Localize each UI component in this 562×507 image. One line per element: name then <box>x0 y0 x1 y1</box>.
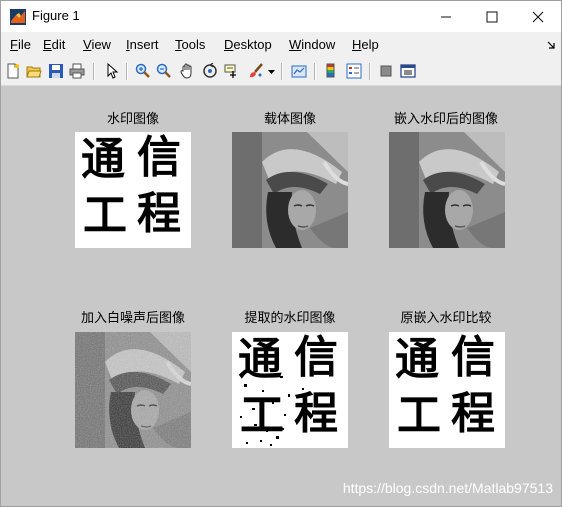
menu-file[interactable]: File <box>10 37 31 52</box>
save-button[interactable] <box>47 62 65 80</box>
watermark-image: 通 信 工 程 <box>75 132 191 248</box>
watermark-char: 工 <box>397 390 441 441</box>
chevron-down-icon[interactable] <box>268 70 275 75</box>
noise-specks <box>240 376 318 446</box>
zoom-out-icon <box>156 63 171 78</box>
watermark-char: 通 <box>395 334 439 385</box>
pan-button[interactable] <box>178 62 196 80</box>
toolbar-separator <box>93 63 95 80</box>
watermark-char: 程 <box>451 388 495 439</box>
close-icon <box>532 11 544 22</box>
open-file-button[interactable] <box>25 62 43 80</box>
show-plot-tools-button[interactable] <box>399 62 417 80</box>
open-file-icon <box>26 66 42 78</box>
link-plot-button[interactable] <box>290 62 308 80</box>
watermark-char: 程 <box>137 188 181 239</box>
dock-arrow-icon[interactable] <box>547 41 555 49</box>
watermarked-photo <box>389 132 505 248</box>
menu-insert[interactable]: Insert <box>126 37 159 52</box>
minimize-icon <box>441 16 451 17</box>
menu-edit[interactable]: Edit <box>43 37 65 52</box>
rotate-3d-button[interactable] <box>201 62 219 80</box>
original-watermark-comparison-image: 通 信 工 程 <box>389 332 505 448</box>
figure-toolbar <box>1 57 561 86</box>
print-button[interactable] <box>68 62 86 80</box>
toolbar-separator <box>126 63 128 80</box>
zoom-in-button[interactable] <box>134 62 152 80</box>
toolbar-separator <box>281 63 283 80</box>
rotate-3d-icon <box>203 63 217 78</box>
legend-icon <box>346 63 362 79</box>
print-icon <box>69 63 85 79</box>
watermark-char: 工 <box>83 190 127 241</box>
subplot-title: 提取的水印图像 <box>244 311 336 326</box>
legend-button[interactable] <box>345 62 363 80</box>
subplot-title: 嵌入水印后的图像 <box>393 112 498 127</box>
hide-plot-tools-icon <box>380 65 392 77</box>
data-cursor-button[interactable] <box>223 62 241 80</box>
toolbar-separator <box>369 63 371 80</box>
title-bar: Figure 1 <box>1 1 561 32</box>
carrier-photo <box>232 132 348 248</box>
minimize-button[interactable] <box>423 1 469 32</box>
credit-watermark: https://blog.csdn.net/Matlab97513 <box>342 480 553 496</box>
figure-window: Figure 1 File Edit View Insert Tools Des… <box>0 0 562 507</box>
pan-icon <box>180 63 192 79</box>
brush-icon <box>250 63 263 78</box>
show-plot-tools-icon <box>400 64 416 78</box>
watermark-char: 信 <box>137 132 181 183</box>
link-plot-icon <box>291 65 307 78</box>
data-cursor-icon <box>224 64 236 78</box>
menu-desktop[interactable]: Desktop <box>224 37 272 52</box>
subplot-title: 水印图像 <box>106 112 159 127</box>
maximize-icon <box>486 11 498 22</box>
new-figure-icon <box>7 63 19 79</box>
noisy-photo <box>75 332 191 448</box>
colorbar-button[interactable] <box>322 62 340 80</box>
edit-plot-button[interactable] <box>103 62 121 80</box>
extracted-watermark-image: 通 信 工 程 <box>232 332 348 448</box>
watermark-char: 通 <box>81 134 125 185</box>
menu-window[interactable]: Window <box>289 37 335 52</box>
menu-tools[interactable]: Tools <box>175 37 205 52</box>
colorbar-icon <box>326 63 335 78</box>
zoom-out-button[interactable] <box>155 62 173 80</box>
subplot-title: 载体图像 <box>263 112 316 127</box>
maximize-button[interactable] <box>469 1 515 32</box>
zoom-in-icon <box>135 63 150 78</box>
close-button[interactable] <box>515 1 561 32</box>
brush-button[interactable] <box>247 62 265 80</box>
menu-view[interactable]: View <box>83 37 111 52</box>
pointer-icon <box>107 63 119 79</box>
new-figure-button[interactable] <box>4 62 22 80</box>
watermark-char: 信 <box>451 332 495 383</box>
toolbar-separator <box>314 63 316 80</box>
menu-bar: File Edit View Insert Tools Desktop Wind… <box>1 32 561 56</box>
subplot-title: 原嵌入水印比较 <box>400 311 492 326</box>
hide-plot-tools-button[interactable] <box>377 62 395 80</box>
menu-help[interactable]: Help <box>352 37 379 52</box>
subplot-title: 加入白噪声后图像 <box>80 311 185 326</box>
window-title: Figure 1 <box>32 8 80 23</box>
figure-canvas[interactable]: 水印图像 通 信 工 程 载体图像 嵌入水印后的图像 加入白噪声后图像 提取的水… <box>1 86 561 506</box>
save-icon <box>49 64 63 78</box>
matlab-logo-icon <box>10 9 26 25</box>
